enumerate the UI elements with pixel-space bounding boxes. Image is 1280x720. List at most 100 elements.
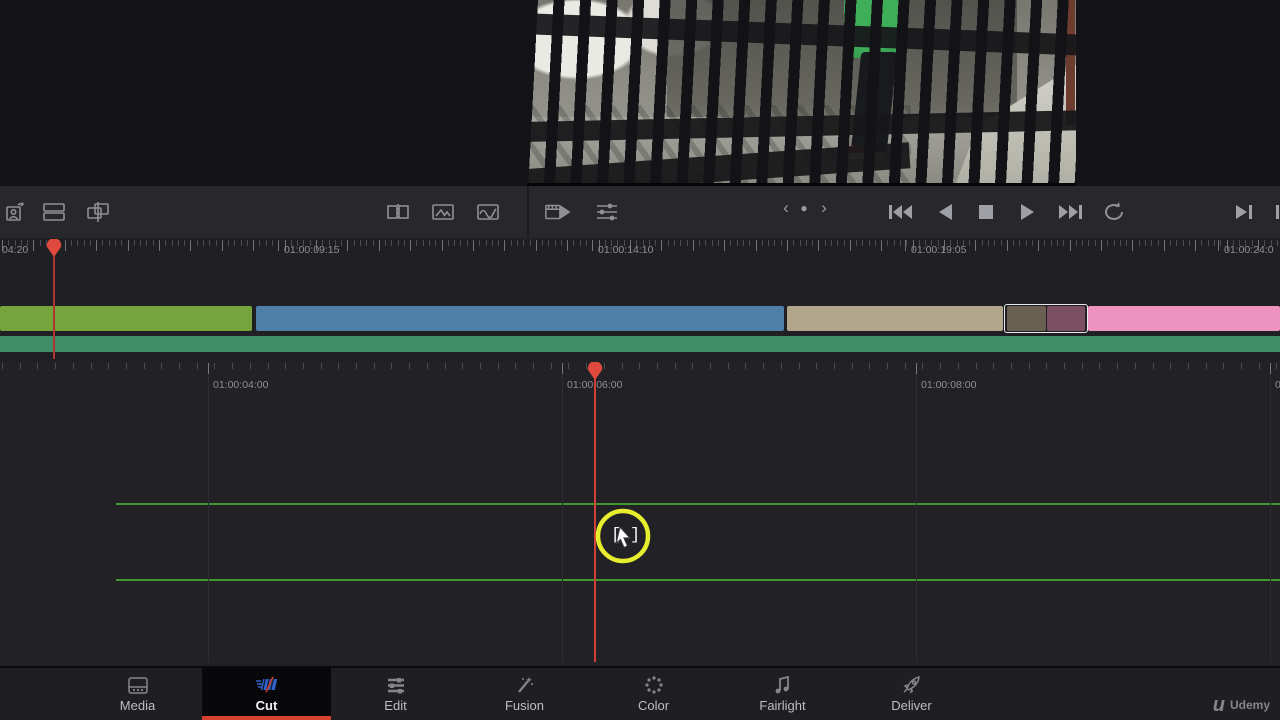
ruler-tick: [1101, 240, 1102, 251]
timeline-gridline: [916, 374, 917, 662]
udemy-logo-icon: u: [1213, 698, 1225, 712]
ruler-tick: [1220, 240, 1221, 246]
ruler-tick: [1095, 240, 1096, 246]
ruler-tick: [852, 363, 853, 369]
play-to-last-frame-icon[interactable]: [1230, 198, 1258, 226]
tab-deliver[interactable]: Deliver: [847, 668, 976, 720]
effects-icon[interactable]: [474, 198, 502, 226]
ruler-tick: [379, 240, 380, 251]
ruler-tick: [1158, 240, 1159, 246]
timecode-label: 01:00:19:05: [911, 244, 966, 256]
ruler-tick: [247, 240, 248, 246]
ruler-tick: [517, 240, 518, 246]
title-icon[interactable]: [429, 198, 457, 226]
ruler-tick: [875, 240, 876, 246]
ruler-tick: [492, 240, 493, 246]
loop-icon[interactable]: [1100, 198, 1128, 226]
source-tape-icon[interactable]: [544, 198, 572, 226]
timeline-playhead-pin[interactable]: [587, 362, 603, 380]
ruler-tick: [668, 240, 669, 246]
ruler-tick: [445, 363, 446, 369]
append-clip-icon[interactable]: [40, 198, 68, 226]
ruler-tick: [197, 363, 198, 369]
play-icon[interactable]: [1014, 198, 1042, 226]
ruler-tick: [774, 240, 775, 246]
ruler-tick: [385, 240, 386, 246]
ruler-tick: [604, 363, 605, 369]
ruler-tick: [360, 240, 361, 246]
mini-timeline[interactable]: 04:2001:00:09:1501:00:14:1001:00:19:0501…: [0, 238, 1280, 360]
ruler-tick: [486, 240, 487, 246]
ruler-tick: [793, 240, 794, 246]
ruler-tick: [71, 240, 72, 246]
place-on-top-icon[interactable]: [84, 198, 112, 226]
play-reverse-icon[interactable]: [931, 198, 959, 226]
fairlight-icon: [774, 675, 792, 695]
ruler-tick: [1276, 363, 1277, 369]
timeline-options-icon[interactable]: [593, 198, 621, 226]
transition-icon[interactable]: [384, 198, 412, 226]
cut-icon: [254, 675, 280, 695]
ruler-tick: [862, 240, 863, 246]
ruler-tick: [115, 240, 116, 246]
smart-insert-icon[interactable]: [2, 198, 30, 226]
mini-timeline-clip[interactable]: [256, 306, 784, 331]
mini-timeline-clip[interactable]: [1088, 306, 1280, 331]
clipped-edge-icon: [1270, 198, 1280, 226]
ruler-tick: [1057, 240, 1058, 246]
viewer-preview[interactable]: [527, 0, 1076, 186]
ruler-tick: [799, 363, 800, 369]
tab-cut[interactable]: Cut: [202, 668, 331, 720]
ruler-tick: [580, 240, 581, 246]
jog-dot-icon[interactable]: ●: [794, 198, 814, 215]
ruler-tick: [887, 363, 888, 369]
media-pool-icon: [127, 675, 149, 695]
mini-timeline-clips: [0, 306, 1280, 331]
tab-fusion[interactable]: Fusion: [460, 668, 589, 720]
ruler-tick: [77, 240, 78, 246]
mini-playhead-pin[interactable]: [46, 239, 62, 257]
ruler-tick: [887, 240, 888, 246]
mini-timeline-clip[interactable]: [0, 306, 252, 331]
tab-media[interactable]: Media: [73, 668, 202, 720]
timeline-playhead-line[interactable]: [594, 374, 596, 662]
timeline-area[interactable]: 01:00:04:0001:00:06:0001:00:08:0001: [0, 360, 1280, 666]
ruler-tick: [1064, 363, 1065, 369]
ruler-tick: [1001, 240, 1002, 246]
mini-timeline-clip[interactable]: [787, 306, 1003, 331]
ruler-tick: [1107, 240, 1108, 246]
timecode-label: 01:00:24:0: [1224, 244, 1274, 256]
ruler-tick: [398, 240, 399, 246]
ruler-tick: [894, 240, 895, 246]
ruler-tick: [975, 240, 976, 251]
ruler-tick: [661, 240, 662, 251]
jog-forward-icon[interactable]: ›: [814, 198, 834, 218]
skip-to-start-icon[interactable]: [886, 198, 914, 226]
ruler-tick: [1082, 240, 1083, 246]
ruler-tick: [40, 240, 41, 246]
ruler-tick: [423, 240, 424, 246]
ruler-tick: [856, 240, 857, 246]
ruler-major-tick: [592, 240, 593, 251]
tab-color[interactable]: Color: [589, 668, 718, 720]
mini-playhead-line[interactable]: [53, 252, 55, 359]
ruler-tick: [102, 240, 103, 246]
ruler-tick: [178, 240, 179, 246]
ruler-tick: [657, 363, 658, 369]
ruler-tick: [542, 240, 543, 246]
mini-timeline-ruler[interactable]: 04:2001:00:09:1501:00:14:1001:00:19:0501…: [0, 240, 1280, 262]
ruler-tick: [756, 240, 757, 251]
timeline-ruler[interactable]: 01:00:04:0001:00:06:0001:00:08:0001: [0, 363, 1280, 393]
cut-page-toolbar: ‹ ● ›: [0, 186, 1280, 238]
ruler-tick: [462, 363, 463, 369]
tab-fairlight[interactable]: Fairlight: [718, 668, 847, 720]
tab-edit[interactable]: Edit: [331, 668, 460, 720]
jog-back-icon[interactable]: ‹: [776, 198, 796, 218]
ruler-tick: [515, 363, 516, 369]
skip-to-end-icon[interactable]: [1057, 198, 1085, 226]
ruler-tick: [498, 363, 499, 369]
stop-icon[interactable]: [972, 198, 1000, 226]
ruler-tick: [806, 240, 807, 246]
ruler-major-tick: [905, 240, 906, 251]
ruler-tick: [1120, 240, 1121, 246]
